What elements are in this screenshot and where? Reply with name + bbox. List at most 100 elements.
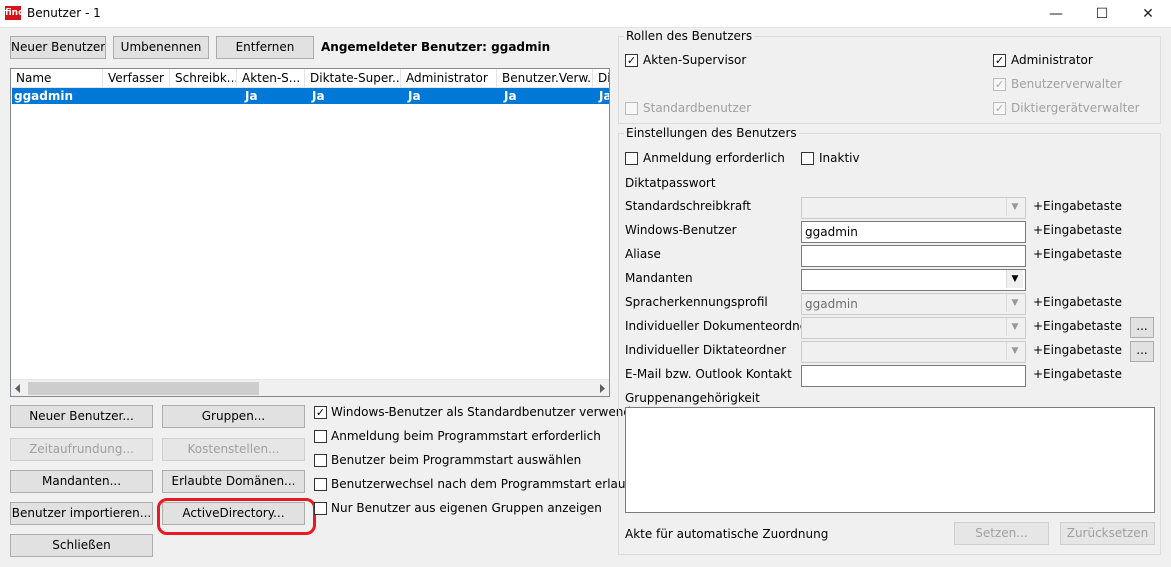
field-suffix: +Eingabetaste	[1033, 343, 1122, 357]
clients-button[interactable]: Mandanten...	[10, 470, 153, 493]
option-label: Benutzer beim Programmstart auswählen	[331, 453, 582, 467]
field-suffix: +Eingabetaste	[1033, 223, 1122, 237]
dropdown-arrow-icon[interactable]: ▼	[1006, 318, 1023, 336]
clients-combo[interactable]	[801, 269, 1026, 291]
dropdown-arrow-icon[interactable]: ▼	[1006, 270, 1023, 288]
browse-dictation-folder-button[interactable]: ...	[1130, 341, 1154, 362]
option-checkbox[interactable]	[314, 454, 327, 467]
new-user-dialog-button[interactable]: Neuer Benutzer...	[10, 405, 153, 428]
option-checkbox[interactable]	[314, 502, 327, 515]
field-suffix: +Eingabetaste	[1033, 295, 1122, 309]
option-checkbox[interactable]	[314, 478, 327, 491]
rename-button[interactable]: Umbenennen	[113, 36, 209, 59]
option-label: Windows-Benutzer als Standardbenutzer ve…	[331, 405, 646, 419]
allowed-domains-button[interactable]: Erlaubte Domänen...	[162, 470, 305, 493]
option-label: Anmeldung beim Programmstart erforderlic…	[331, 429, 601, 443]
table-cell	[171, 88, 238, 104]
reset-button[interactable]: Zurücksetzen	[1060, 522, 1155, 545]
speech-profile-combo[interactable]: ggadmin	[801, 293, 1026, 315]
dictation-password-label: Diktatpasswort	[625, 176, 716, 190]
field-label: Individueller Dokumenteordner	[625, 319, 813, 333]
table-cell	[104, 88, 171, 104]
column-header[interactable]: Name	[11, 69, 103, 87]
field-label: Spracherkennungsprofil	[625, 295, 768, 309]
field-label: Standardschreibkraft	[625, 199, 752, 213]
field-suffix: +Eingabetaste	[1033, 247, 1122, 261]
inactive-label: Inaktiv	[819, 151, 860, 165]
role-label: Standardbenutzer	[643, 101, 752, 115]
user-list[interactable]: Name Verfasser Schreibk... Akten-S... Di…	[10, 68, 610, 397]
groups-button[interactable]: Gruppen...	[162, 405, 305, 428]
windows-user-input[interactable]: ggadmin	[801, 221, 1026, 243]
field-suffix: +Eingabetaste	[1033, 367, 1122, 381]
table-cell: Ja	[245, 89, 258, 103]
remove-button[interactable]: Entfernen	[216, 36, 314, 59]
browse-document-folder-button[interactable]: ...	[1130, 317, 1154, 338]
column-header[interactable]: Di	[593, 69, 609, 87]
red-highlight-annotation	[157, 498, 316, 535]
dropdown-arrow-icon[interactable]: ▼	[1006, 294, 1023, 312]
table-row[interactable]: ggadmin Ja Ja Ja Ja Ja	[12, 88, 609, 104]
cost-centers-button[interactable]: Kostenstellen...	[162, 438, 305, 461]
field-label: Mandanten	[625, 271, 693, 285]
maximize-button[interactable]: ☐	[1079, 0, 1125, 28]
field-label: E-Mail bzw. Outlook Kontakt	[625, 367, 792, 381]
table-cell: Ja	[599, 89, 609, 103]
roles-group-title: Rollen des Benutzers	[624, 29, 755, 43]
document-folder-combo[interactable]	[801, 317, 1026, 339]
role-checkbox-diktiergeraetverwalter[interactable]: ✓	[993, 102, 1006, 115]
role-label: Administrator	[1011, 53, 1093, 67]
role-checkbox-akten-supervisor[interactable]: ✓	[625, 54, 638, 67]
close-button[interactable]: Schließen	[10, 534, 153, 557]
list-header: Name Verfasser Schreibk... Akten-S... Di…	[11, 69, 609, 88]
login-required-label: Anmeldung erforderlich	[643, 151, 785, 165]
set-button[interactable]: Setzen...	[954, 522, 1049, 545]
field-label: Individueller Diktateordner	[625, 343, 787, 357]
group-membership-list[interactable]	[625, 407, 1155, 513]
column-header[interactable]: Verfasser	[103, 69, 170, 87]
table-cell: Ja	[408, 89, 421, 103]
option-checkbox[interactable]: ✓	[314, 406, 327, 419]
inactive-checkbox[interactable]	[801, 152, 814, 165]
new-user-button[interactable]: Neuer Benutzer	[10, 36, 106, 59]
scroll-left-icon[interactable]	[14, 384, 22, 393]
logged-in-user: Angemeldeter Benutzer: ggadmin	[321, 40, 551, 54]
role-checkbox-administrator[interactable]: ✓	[993, 54, 1006, 67]
role-checkbox-standardbenutzer[interactable]	[625, 102, 638, 115]
role-label: Akten-Supervisor	[643, 53, 747, 67]
dropdown-arrow-icon[interactable]: ▼	[1006, 342, 1023, 360]
dictation-folder-combo[interactable]	[801, 341, 1026, 363]
column-header[interactable]: Administrator	[401, 69, 497, 87]
column-header[interactable]: Diktate-Super...	[305, 69, 401, 87]
window-title: Benutzer - 1	[27, 6, 101, 20]
field-label: Windows-Benutzer	[625, 223, 737, 237]
import-users-button[interactable]: Benutzer importieren...	[10, 502, 153, 525]
standard-typist-combo[interactable]	[801, 197, 1026, 219]
auto-assign-label: Akte für automatische Zuordnung	[625, 527, 829, 541]
email-contact-input[interactable]	[801, 365, 1026, 387]
field-suffix: +Eingabetaste	[1033, 199, 1122, 213]
option-label: Benutzerwechsel nach dem Programmstart e…	[331, 477, 638, 491]
dropdown-arrow-icon[interactable]: ▼	[1006, 198, 1023, 216]
option-checkbox[interactable]	[314, 430, 327, 443]
table-cell: Ja	[312, 89, 325, 103]
time-rounding-button[interactable]: Zeitaufrundung...	[10, 438, 153, 461]
close-window-button[interactable]: ✕	[1125, 0, 1171, 28]
minimize-button[interactable]: —	[1033, 0, 1079, 28]
scrollbar-thumb[interactable]	[28, 382, 259, 395]
scroll-right-icon[interactable]	[598, 384, 606, 393]
option-label: Nur Benutzer aus eigenen Gruppen anzeige…	[331, 501, 602, 515]
settings-group-title: Einstellungen des Benutzers	[624, 126, 799, 140]
aliases-input[interactable]	[801, 245, 1026, 267]
column-header[interactable]: Schreibk...	[170, 69, 237, 87]
app-icon: find	[5, 6, 25, 20]
role-checkbox-benutzerverwalter[interactable]: ✓	[993, 78, 1006, 91]
role-label: Benutzerverwalter	[1011, 77, 1123, 91]
title-bar: find Benutzer - 1 — ☐ ✕	[0, 0, 1171, 28]
login-required-checkbox[interactable]	[625, 152, 638, 165]
column-header[interactable]: Benutzer.Verw.	[497, 69, 593, 87]
table-cell: Ja	[504, 89, 517, 103]
column-header[interactable]: Akten-S...	[237, 69, 305, 87]
role-label: Diktiergerätverwalter	[1011, 101, 1140, 115]
horizontal-scrollbar[interactable]	[11, 379, 609, 396]
